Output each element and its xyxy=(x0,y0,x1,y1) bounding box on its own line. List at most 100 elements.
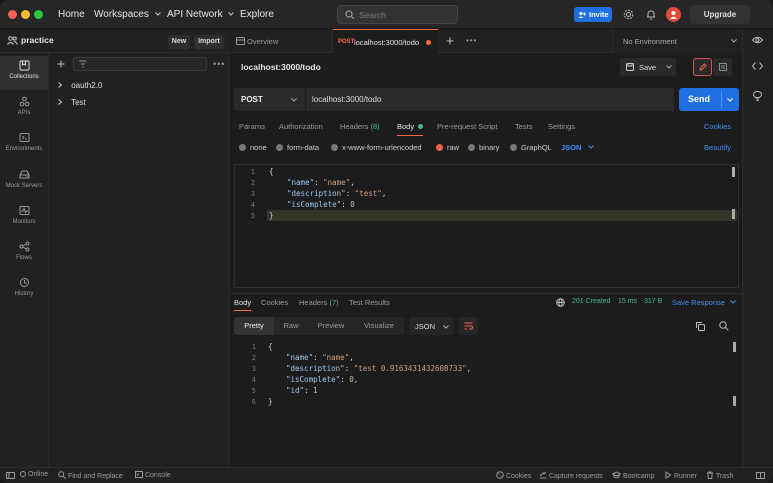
wrap-lines-button[interactable] xyxy=(459,317,478,335)
nav-workspaces[interactable]: Workspaces xyxy=(94,9,161,20)
tab-request-active[interactable]: POST localhost:3000/todo xyxy=(333,29,438,53)
radio-label: GraphQL xyxy=(521,143,552,152)
console-button[interactable]: Console xyxy=(135,471,171,479)
tab-authorization[interactable]: Authorization xyxy=(279,122,323,131)
minimize-window-icon[interactable] xyxy=(21,10,30,19)
nav-api-network[interactable]: API Network xyxy=(167,9,235,20)
rail-item-flows[interactable]: Flows xyxy=(0,237,48,271)
request-body-editor[interactable]: 1 2 3 4 5 { "name": "name", "description… xyxy=(234,164,739,288)
environment-selector[interactable]: No Environment xyxy=(612,29,742,53)
layout-toggle-icon[interactable] xyxy=(756,472,765,479)
new-button[interactable]: New xyxy=(168,35,190,49)
response-tab-test-results[interactable]: Test Results xyxy=(349,298,390,307)
trash-button[interactable]: Trash xyxy=(706,471,733,480)
runner-button[interactable]: Runner xyxy=(664,471,697,480)
format-preview[interactable]: Preview xyxy=(310,317,352,335)
nav-home[interactable]: Home xyxy=(58,9,85,20)
console-icon xyxy=(135,471,143,478)
cookies-button[interactable]: Cookies xyxy=(496,471,531,480)
maximize-window-icon[interactable] xyxy=(34,10,43,19)
filter-input[interactable] xyxy=(73,57,207,71)
bootcamp-button[interactable]: Bootcamp xyxy=(612,471,654,480)
scrollbar-thumb[interactable] xyxy=(733,396,736,406)
format-visualize[interactable]: Visualize xyxy=(356,317,402,335)
rail-item-collections[interactable]: Collections xyxy=(0,56,48,90)
find-replace-button[interactable]: Find and Replace xyxy=(58,471,123,480)
response-language-select[interactable]: JSON xyxy=(409,317,454,335)
chevron-down-icon[interactable] xyxy=(727,98,733,102)
radio-none[interactable]: none xyxy=(239,143,267,152)
pencil-icon xyxy=(698,63,707,71)
online-status[interactable]: Online xyxy=(20,471,48,478)
globe-icon[interactable] xyxy=(556,298,565,307)
body-format-select[interactable]: JSON xyxy=(561,143,594,152)
method-select[interactable]: POST xyxy=(234,88,305,111)
nav-explore[interactable]: Explore xyxy=(240,9,274,20)
radio-form-data[interactable]: form-data xyxy=(276,143,319,152)
rail-item-mock-servers[interactable]: Mock Servers xyxy=(0,165,48,199)
avatar[interactable] xyxy=(666,7,681,22)
rail-item-monitors[interactable]: Monitors xyxy=(0,201,48,235)
code-line: "name": "name", xyxy=(287,178,355,187)
search-input[interactable]: Search xyxy=(337,5,458,24)
add-icon[interactable] xyxy=(57,60,65,68)
add-tab-icon[interactable] xyxy=(446,37,454,45)
eye-icon[interactable] xyxy=(752,36,763,44)
tab-settings[interactable]: Settings xyxy=(548,122,575,131)
tab-tests[interactable]: Tests xyxy=(515,122,533,131)
scrollbar-thumb[interactable] xyxy=(732,167,735,177)
radio-binary[interactable]: binary xyxy=(468,143,499,152)
import-button[interactable]: Import xyxy=(194,35,224,49)
chevron-down-icon xyxy=(228,12,235,16)
rail-item-history[interactable]: History xyxy=(0,273,48,307)
invite-button[interactable]: Invite xyxy=(574,7,612,22)
radio-raw[interactable]: raw xyxy=(436,143,459,152)
gear-icon[interactable] xyxy=(623,9,634,20)
collection-item-test[interactable]: Test xyxy=(58,98,86,107)
save-response-button[interactable]: Save Response xyxy=(672,298,736,307)
url-input[interactable]: localhost:3000/todo xyxy=(305,88,674,111)
code-icon[interactable] xyxy=(752,62,763,70)
cookies-link[interactable]: Cookies xyxy=(704,122,731,131)
rail-item-environments[interactable]: Environments xyxy=(0,128,48,162)
response-body-viewer[interactable]: 1 2 3 4 5 6 { "name": "name", "descripti… xyxy=(234,340,739,464)
more-options-icon[interactable]: ••• xyxy=(213,59,225,69)
response-tab-headers[interactable]: Headers (7) xyxy=(299,298,339,307)
response-time[interactable]: 15 ms xyxy=(618,298,637,305)
scrollbar-thumb[interactable] xyxy=(733,342,736,352)
response-status[interactable]: 201 Created xyxy=(572,298,611,305)
sidebar-toggle-icon[interactable] xyxy=(6,472,15,479)
format-raw[interactable]: Raw xyxy=(276,317,306,335)
tab-options-icon[interactable]: ••• xyxy=(466,36,477,45)
tab-headers[interactable]: Headers (8) xyxy=(340,122,380,131)
copy-icon[interactable] xyxy=(696,322,705,331)
tab-pre-request-script[interactable]: Pre-request Script xyxy=(437,122,497,131)
documentation-button[interactable] xyxy=(713,58,732,76)
beautify-link[interactable]: Beautify xyxy=(704,143,731,152)
line-number: 4 xyxy=(251,376,256,384)
online-label: Online xyxy=(27,471,49,478)
close-window-icon[interactable] xyxy=(8,10,17,19)
response-tab-cookies[interactable]: Cookies xyxy=(261,298,288,307)
radio-urlencoded[interactable]: x-www-form-urlencoded xyxy=(331,143,422,152)
lightbulb-icon[interactable] xyxy=(753,91,762,101)
tab-overview[interactable]: Overview xyxy=(231,29,333,53)
save-button[interactable]: Save xyxy=(620,58,676,76)
environment-label: No Environment xyxy=(623,37,677,46)
collection-item-oauth[interactable]: oauth2.0 xyxy=(58,81,102,90)
search-icon[interactable] xyxy=(719,321,729,331)
send-button[interactable]: Send xyxy=(679,88,739,111)
bell-icon[interactable] xyxy=(646,9,656,20)
tab-body[interactable]: Body xyxy=(397,122,424,136)
upgrade-button[interactable]: Upgrade xyxy=(690,5,750,24)
tab-params[interactable]: Params xyxy=(239,122,265,131)
capture-requests-button[interactable]: Capture requests xyxy=(539,471,603,480)
scrollbar-thumb[interactable] xyxy=(732,209,735,219)
response-size[interactable]: 317 B xyxy=(644,298,662,305)
format-pretty[interactable]: Pretty xyxy=(234,317,274,335)
active-line-highlight xyxy=(267,210,737,221)
response-tab-body[interactable]: Body xyxy=(234,298,252,311)
edit-button[interactable] xyxy=(693,58,712,76)
rail-item-apis[interactable]: APIs xyxy=(0,92,48,126)
radio-graphql[interactable]: GraphQL xyxy=(510,143,552,152)
